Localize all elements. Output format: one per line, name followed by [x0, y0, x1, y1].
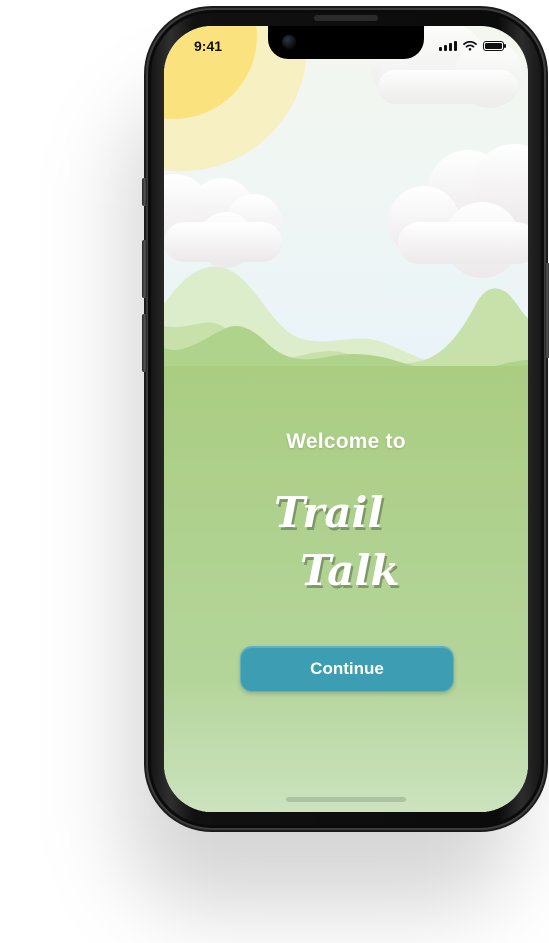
continue-button[interactable]: Continue [240, 646, 454, 692]
brand-word-talk: Talk [300, 546, 400, 595]
volume-down-button [142, 314, 147, 372]
brand-word-trail: Trail [274, 488, 384, 537]
signal-icon [439, 41, 457, 51]
app-logo-text: Trail Talk [270, 488, 440, 628]
app-screen: 9:41 Welcome to Trail Talk Continue [164, 26, 528, 812]
top-speaker [314, 15, 378, 21]
battery-icon [483, 41, 506, 51]
status-icons [439, 40, 506, 52]
mockup-stage: 9:41 Welcome to Trail Talk Continue [0, 0, 549, 943]
phone-frame: 9:41 Welcome to Trail Talk Continue [142, 8, 549, 830]
volume-up-button [142, 240, 147, 298]
landscape-scene [164, 26, 528, 812]
home-indicator [286, 797, 406, 802]
status-time: 9:41 [194, 38, 223, 54]
status-bar: 9:41 [164, 26, 528, 70]
wifi-icon [463, 41, 477, 51]
power-button [545, 263, 549, 358]
silent-switch [142, 178, 147, 206]
welcome-heading: Welcome to [286, 430, 406, 453]
